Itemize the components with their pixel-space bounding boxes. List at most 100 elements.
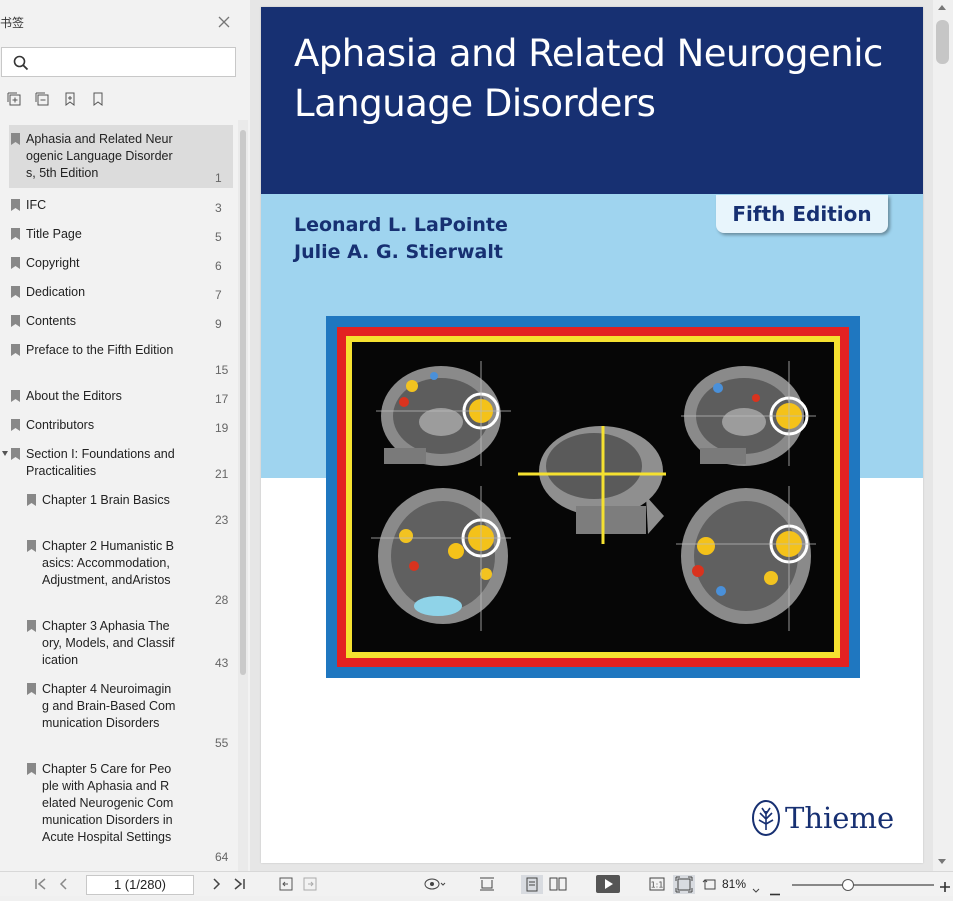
zoom-slider-handle[interactable] bbox=[842, 879, 854, 891]
scrollbar-thumb[interactable] bbox=[240, 130, 246, 675]
bookmark-item[interactable]: Contents 9 bbox=[9, 307, 233, 336]
bookmark-page: 3 bbox=[215, 201, 222, 215]
bookmark-item[interactable]: Contributors 19 bbox=[9, 411, 233, 440]
bookmark-flag-icon bbox=[27, 620, 36, 632]
bookmark-page: 1 bbox=[215, 171, 222, 185]
bookmark-item-section-i[interactable]: Section I: Foundations and Practicalitie… bbox=[2, 440, 233, 486]
fit-page-icon[interactable] bbox=[673, 875, 695, 894]
search-icon bbox=[13, 55, 29, 76]
bookmark-flag-icon bbox=[11, 257, 20, 269]
bookmark-flag-icon bbox=[11, 344, 20, 356]
authors: Leonard L. LaPointe Julie A. G. Stierwal… bbox=[294, 212, 508, 266]
bookmark-label: Section I: Foundations and Practicalitie… bbox=[26, 447, 179, 478]
bookmark-flag-icon bbox=[27, 683, 36, 695]
bookmark-page: 43 bbox=[215, 656, 229, 670]
search-input[interactable] bbox=[36, 53, 226, 71]
bookmark-label: Copyright bbox=[26, 256, 80, 270]
bookmark-list: Aphasia and Related Neurogenic Language … bbox=[0, 120, 238, 871]
bookmark-item[interactable]: IFC 3 bbox=[9, 191, 233, 220]
bookmark-label: Chapter 3 Aphasia Theory, Models, and Cl… bbox=[42, 619, 175, 667]
title-line: Language Disorders bbox=[294, 82, 656, 125]
cover-brain-scan-image bbox=[326, 316, 860, 678]
scroll-up-icon[interactable] bbox=[938, 5, 946, 10]
bookmark-item[interactable]: Chapter 1 Brain Basics 23 bbox=[9, 486, 233, 532]
bookmark-label: About the Editors bbox=[26, 389, 122, 403]
add-bookmark-icon[interactable] bbox=[63, 92, 79, 108]
bookmark-flag-icon bbox=[27, 494, 36, 506]
bookmark-flag-icon bbox=[11, 133, 20, 145]
bookmark-flag-icon bbox=[11, 390, 20, 402]
bookmark-item[interactable]: Title Page 5 bbox=[9, 220, 233, 249]
bookmark-item[interactable]: Aphasia and Related Neurogenic Language … bbox=[9, 125, 233, 188]
bookmark-page: 55 bbox=[215, 736, 229, 750]
slideshow-play-icon[interactable] bbox=[596, 875, 620, 893]
author-name: Leonard L. LaPointe bbox=[294, 214, 508, 236]
forward-icon[interactable] bbox=[303, 877, 317, 892]
rotate-icon[interactable] bbox=[702, 877, 718, 892]
last-page-icon[interactable] bbox=[234, 877, 246, 892]
scroll-down-icon[interactable] bbox=[938, 859, 946, 864]
next-page-icon[interactable] bbox=[212, 877, 222, 892]
bookmark-flag-icon bbox=[11, 419, 20, 431]
bookmark-flag-icon bbox=[11, 228, 20, 240]
close-icon[interactable] bbox=[218, 16, 230, 28]
zoom-level[interactable]: 81% bbox=[722, 877, 746, 891]
bookmark-item[interactable]: Chapter 5 Care for People with Aphasia a… bbox=[9, 755, 233, 869]
fit-width-icon[interactable] bbox=[479, 877, 495, 892]
document-scrollbar[interactable] bbox=[933, 0, 953, 871]
bookmark-panel: 书签 Aphasia and Related Neurogenic Langua… bbox=[0, 0, 250, 871]
publisher-name: Thieme bbox=[785, 801, 895, 835]
bookmark-label: Contents bbox=[26, 314, 77, 328]
bookmark-page: 9 bbox=[215, 317, 222, 331]
bookmark-item[interactable]: Copyright 6 bbox=[9, 249, 233, 278]
document-viewport: Aphasia and Related Neurogenic Language … bbox=[250, 0, 933, 871]
book-title: Aphasia and Related Neurogenic Language … bbox=[294, 29, 904, 129]
bookmark-page: 23 bbox=[215, 513, 229, 527]
bookmark-page: 64 bbox=[215, 850, 229, 864]
bookmark-search[interactable] bbox=[1, 47, 236, 77]
bookmark-page: 15 bbox=[215, 363, 229, 377]
bookmark-flag-icon bbox=[11, 199, 20, 211]
edition-badge: Fifth Edition bbox=[716, 195, 888, 233]
bookmark-label: Chapter 1 Brain Basics bbox=[42, 493, 170, 507]
zoom-in-icon[interactable] bbox=[940, 879, 950, 894]
bookmark-item[interactable]: Chapter 2 Humanistic Basics: Accommodati… bbox=[9, 532, 233, 612]
bottom-toolbar: 1 (1/280) 1:1 81% bbox=[0, 871, 953, 896]
actual-size-icon[interactable]: 1:1 bbox=[649, 877, 665, 892]
bookmark-item[interactable]: About the Editors 17 bbox=[9, 382, 233, 411]
back-icon[interactable] bbox=[279, 877, 293, 892]
bookmark-page: 19 bbox=[215, 421, 229, 435]
bookmark-page: 28 bbox=[215, 593, 229, 607]
bookmark-flag-icon bbox=[11, 448, 20, 460]
read-mode-icon[interactable] bbox=[424, 877, 446, 892]
bookmark-label: Dedication bbox=[26, 285, 86, 299]
bookmark-label: Chapter 4 Neuroimaging and Brain-Based C… bbox=[42, 682, 176, 730]
bookmark-label: Contributors bbox=[26, 418, 95, 432]
bookmark-label: IFC bbox=[26, 198, 47, 212]
bookmark-page: 7 bbox=[215, 288, 222, 302]
bookmark-item[interactable]: Chapter 3 Aphasia Theory, Models, and Cl… bbox=[9, 612, 233, 675]
bookmark-label: Chapter 5 Care for People with Aphasia a… bbox=[42, 762, 176, 844]
two-page-view-icon[interactable] bbox=[549, 877, 567, 892]
bookmark-item[interactable]: Chapter 4 Neuroimaging and Brain-Based C… bbox=[9, 675, 233, 755]
page-number-input[interactable]: 1 (1/280) bbox=[86, 875, 194, 895]
scrollbar-thumb[interactable] bbox=[936, 20, 949, 64]
expand-all-icon[interactable] bbox=[7, 92, 23, 108]
bookmark-page: 6 bbox=[215, 259, 222, 273]
zoom-dropdown-icon[interactable] bbox=[752, 881, 760, 896]
zoom-slider[interactable] bbox=[792, 884, 934, 886]
thieme-tree-icon bbox=[752, 800, 780, 836]
bookmark-item[interactable]: Dedication 7 bbox=[9, 278, 233, 307]
bookmark-icon[interactable] bbox=[91, 92, 107, 108]
previous-page-icon[interactable] bbox=[58, 877, 68, 892]
sidebar-scrollbar[interactable] bbox=[238, 120, 248, 871]
first-page-icon[interactable] bbox=[34, 877, 46, 892]
bookmark-label: Chapter 2 Humanistic Basics: Accommodati… bbox=[42, 539, 175, 587]
collapse-caret-icon[interactable] bbox=[2, 451, 8, 456]
single-page-view-icon[interactable] bbox=[521, 875, 543, 894]
bookmark-item[interactable]: Preface to the Fifth Edition 15 bbox=[9, 336, 233, 382]
bookmark-page: 21 bbox=[215, 467, 229, 481]
collapse-all-icon[interactable] bbox=[35, 92, 51, 108]
bookmark-label: Aphasia and Related Neurogenic Language … bbox=[26, 132, 173, 180]
bookmark-label: Title Page bbox=[26, 227, 82, 241]
